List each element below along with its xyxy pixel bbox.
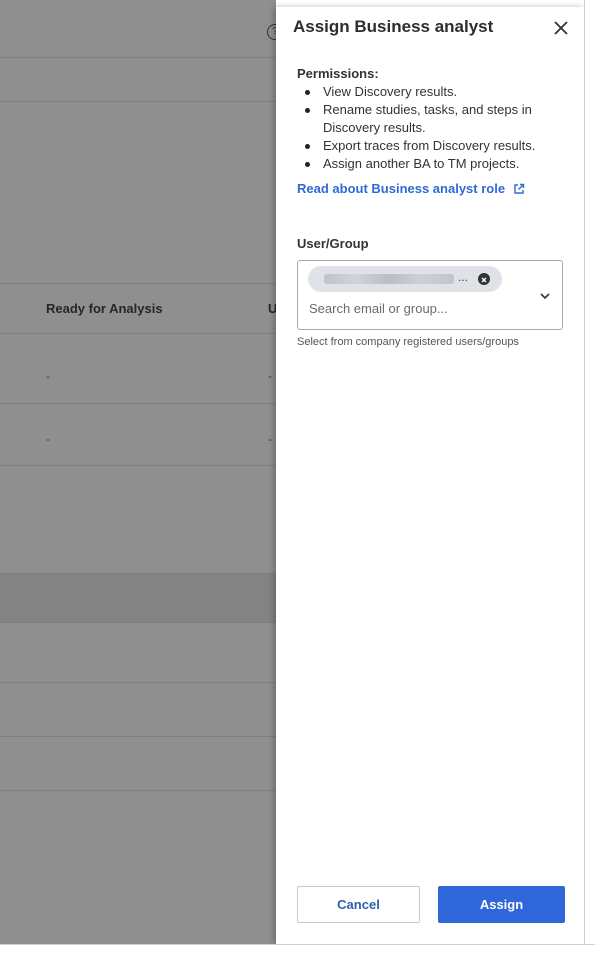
table-cell: - bbox=[46, 432, 50, 446]
divider bbox=[0, 283, 276, 284]
assign-drawer: Assign Business analyst Permissions: Vie… bbox=[276, 7, 584, 944]
column-header-ready-for-analysis: Ready for Analysis bbox=[46, 301, 163, 316]
table-cell: - bbox=[268, 432, 272, 446]
search-input[interactable] bbox=[309, 301, 519, 316]
divider bbox=[0, 101, 276, 102]
divider bbox=[0, 573, 276, 574]
divider bbox=[0, 682, 276, 683]
chevron-down-icon bbox=[540, 293, 550, 300]
divider bbox=[0, 57, 276, 58]
external-link-icon bbox=[514, 183, 525, 194]
permissions-list: View Discovery results. Rename studies, … bbox=[297, 83, 567, 173]
divider bbox=[0, 622, 276, 623]
helper-text: Select from company registered users/gro… bbox=[297, 336, 519, 348]
user-group-select[interactable]: ... bbox=[297, 260, 563, 330]
column-header-truncated: U bbox=[268, 301, 276, 316]
role-link-label: Read about Business analyst role bbox=[297, 181, 506, 196]
divider bbox=[0, 736, 276, 737]
business-analyst-role-link[interactable]: Read about Business analyst role bbox=[297, 181, 525, 196]
close-icon bbox=[554, 21, 568, 35]
table-row-band bbox=[0, 573, 276, 623]
divider bbox=[0, 403, 276, 404]
user-group-label: User/Group bbox=[297, 236, 369, 251]
window-edge bbox=[584, 0, 595, 952]
permissions-title: Permissions: bbox=[297, 66, 379, 81]
drawer-title: Assign Business analyst bbox=[293, 17, 494, 36]
close-button[interactable] bbox=[550, 17, 572, 39]
permission-item: Rename studies, tasks, and steps in Disc… bbox=[297, 101, 563, 137]
permission-item: Export traces from Discovery results. bbox=[297, 137, 567, 155]
permission-item: Assign another BA to TM projects. bbox=[297, 155, 567, 173]
table-cell: - bbox=[268, 369, 272, 383]
dropdown-toggle[interactable] bbox=[538, 289, 552, 303]
permission-item: View Discovery results. bbox=[297, 83, 567, 101]
cancel-button[interactable]: Cancel bbox=[297, 886, 420, 923]
divider bbox=[0, 333, 276, 334]
assign-button[interactable]: Assign bbox=[438, 886, 565, 923]
selected-user-chip: ... bbox=[308, 266, 502, 292]
question-circle-icon: ? bbox=[267, 24, 276, 40]
background-overlay: ? Ready for Analysis U - - - - bbox=[0, 0, 276, 944]
chip-remove-button[interactable] bbox=[478, 273, 490, 285]
chip-ellipsis: ... bbox=[458, 270, 469, 284]
redacted-user-name bbox=[324, 274, 454, 284]
divider bbox=[0, 790, 276, 791]
table-cell: - bbox=[46, 369, 50, 383]
close-circle-icon bbox=[481, 277, 487, 283]
divider bbox=[0, 465, 276, 466]
